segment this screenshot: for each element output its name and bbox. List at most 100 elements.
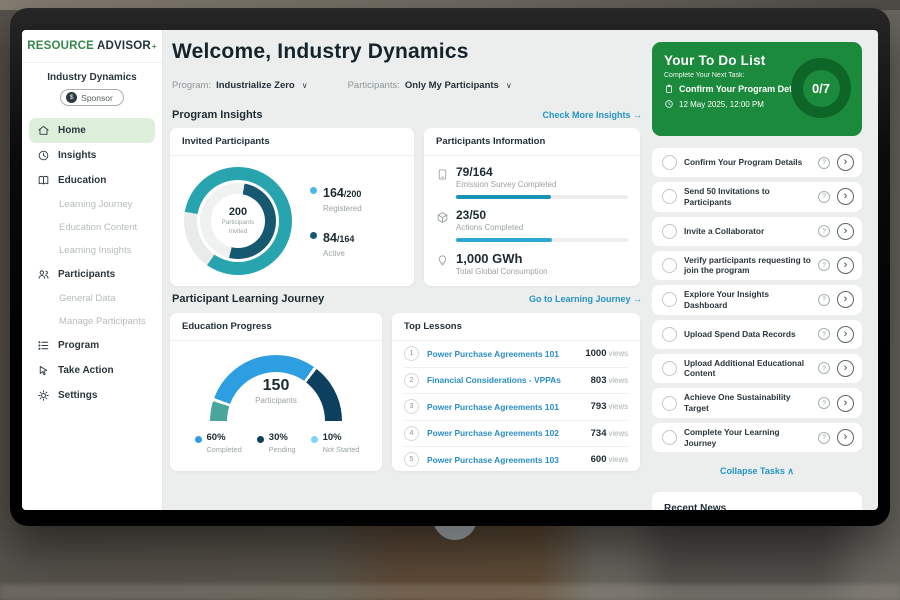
task-checkbox[interactable]: [662, 224, 677, 239]
lesson-link[interactable]: Power Purchase Agreements 102: [427, 428, 583, 438]
legend-item-completed: 60% Completed: [195, 433, 242, 454]
chevron-right-icon[interactable]: ›: [837, 429, 854, 446]
lesson-row: 5 Power Purchase Agreements 103 600views: [404, 447, 628, 473]
sidebar-item-manage-participants[interactable]: Manage Participants: [29, 310, 155, 333]
todo-task-row[interactable]: Invite a Collaborator ? ›: [652, 217, 862, 246]
chevron-right-icon[interactable]: ›: [837, 395, 854, 412]
gauge-legend: 60% Completed 30% Pending 10% Not Starte…: [193, 421, 360, 454]
organization-name: Industry Dynamics: [22, 72, 162, 83]
legend-caption: Registered: [323, 204, 362, 213]
card-title: Participants Information: [424, 128, 640, 156]
task-checkbox[interactable]: [662, 361, 677, 376]
task-checkbox[interactable]: [662, 258, 677, 273]
sidebar-item-program[interactable]: Program: [29, 333, 155, 358]
sidebar-item-label: Manage Participants: [59, 316, 146, 327]
todo-task-row[interactable]: Upload Spend Data Records ? ›: [652, 320, 862, 349]
lesson-link[interactable]: Power Purchase Agreements 101: [427, 402, 583, 412]
actions-cube-icon: [436, 211, 449, 224]
todo-datetime: 12 May 2025, 12:00 PM: [679, 100, 764, 109]
todo-task-row[interactable]: Confirm Your Program Details ? ›: [652, 148, 862, 177]
task-checkbox[interactable]: [662, 430, 677, 445]
lesson-rank: 1: [404, 346, 419, 361]
invited-participants-card: Invited Participants 200 Participants In…: [170, 128, 414, 286]
help-icon[interactable]: ?: [818, 157, 830, 169]
sidebar-item-participants[interactable]: Participants: [29, 262, 155, 287]
program-filter[interactable]: Program: Industrialize Zero ∨: [172, 80, 308, 91]
chevron-right-icon[interactable]: ›: [837, 360, 854, 377]
participants-information-body: 79/164 Emission Survey Completed 23/50 A…: [424, 156, 640, 276]
task-label: Complete Your Learning Journey: [684, 427, 811, 449]
chevron-right-icon[interactable]: ›: [837, 291, 854, 308]
settings-icon: [37, 389, 50, 402]
top-lessons-card: Top Lessons 1 Power Purchase Agreements …: [392, 313, 640, 471]
sidebar-item-learning-insights[interactable]: Learning Insights: [29, 239, 155, 262]
sidebar-item-take-action[interactable]: Take Action: [29, 358, 155, 383]
check-more-insights-link[interactable]: Check More Insights →: [542, 110, 642, 120]
dashboard-screen: RESOURCE ADVISOR + Industry Dynamics $ S…: [22, 30, 878, 510]
sidebar-item-learning-journey[interactable]: Learning Journey: [29, 193, 155, 216]
sidebar-item-label: Program: [58, 340, 99, 351]
task-checkbox[interactable]: [662, 189, 677, 204]
todo-task-row[interactable]: Upload Additional Educational Content ? …: [652, 354, 862, 384]
progress-bar-fill: [456, 238, 552, 242]
task-checkbox[interactable]: [662, 327, 677, 342]
views-count: 803: [591, 375, 607, 386]
help-icon[interactable]: ?: [818, 362, 830, 374]
task-checkbox[interactable]: [662, 396, 677, 411]
lesson-link[interactable]: Financial Considerations - VPPAs: [427, 375, 583, 385]
help-icon[interactable]: ?: [818, 328, 830, 340]
todo-task-row[interactable]: Explore Your Insights Dashboard ? ›: [652, 285, 862, 315]
legend-item-not-started: 10% Not Started: [311, 433, 360, 454]
todo-column: Your To Do List Complete Your Next Task:…: [652, 30, 862, 510]
help-icon[interactable]: ?: [818, 191, 830, 203]
legend-caption: Completed: [207, 445, 242, 454]
chevron-right-icon[interactable]: ›: [837, 188, 854, 205]
donut-center-caption: Participants Invited: [216, 219, 260, 235]
education-icon: [37, 174, 50, 187]
help-icon[interactable]: ?: [818, 432, 830, 444]
todo-task-row[interactable]: Achieve One Sustainability Target ? ›: [652, 388, 862, 418]
info-caption: Actions Completed: [456, 223, 628, 232]
go-to-learning-journey-link[interactable]: Go to Learning Journey →: [529, 294, 642, 304]
todo-task-row[interactable]: Verify participants requesting to join t…: [652, 251, 862, 281]
legend-total: /200: [344, 189, 362, 199]
lesson-link[interactable]: Power Purchase Agreements 101: [427, 349, 577, 359]
legend-caption: Active: [323, 249, 354, 258]
sidebar-item-insights[interactable]: Insights: [29, 143, 155, 168]
task-checkbox[interactable]: [662, 155, 677, 170]
collapse-tasks-link[interactable]: Collapse Tasks ∧: [652, 466, 862, 477]
lesson-row: 1 Power Purchase Agreements 101 1000view…: [404, 341, 628, 368]
sidebar-item-settings[interactable]: Settings: [29, 383, 155, 408]
chevron-right-icon[interactable]: ›: [837, 326, 854, 343]
chevron-right-icon[interactable]: ›: [837, 257, 854, 274]
sidebar-item-education-content[interactable]: Education Content: [29, 216, 155, 239]
todo-task-row[interactable]: Send 50 Invitations to Participants ? ›: [652, 182, 862, 212]
logo-secondary: ADVISOR: [97, 40, 151, 52]
help-icon[interactable]: ?: [818, 259, 830, 271]
sidebar: RESOURCE ADVISOR + Industry Dynamics $ S…: [22, 30, 163, 510]
sidebar-item-label: Settings: [58, 390, 97, 401]
legend-dot: [310, 232, 317, 239]
sidebar-item-general-data[interactable]: General Data: [29, 287, 155, 310]
legend-item-registered: 164/200 Registered: [310, 184, 362, 213]
help-icon[interactable]: ?: [818, 225, 830, 237]
legend-item-pending: 30% Pending: [257, 433, 296, 454]
legend-dot: [311, 436, 318, 443]
legend-value: 10%: [323, 433, 360, 443]
gauge-chart: 150 Participants: [210, 355, 342, 421]
todo-summary-card: Your To Do List Complete Your Next Task:…: [652, 42, 862, 136]
participants-filter-label: Participants:: [348, 80, 400, 91]
chevron-right-icon[interactable]: ›: [837, 223, 854, 240]
lesson-link[interactable]: Power Purchase Agreements 103: [427, 455, 583, 465]
todo-task-row[interactable]: Complete Your Learning Journey ? ›: [652, 423, 862, 453]
sidebar-item-education[interactable]: Education: [29, 168, 155, 193]
recent-news-title: Recent News: [652, 492, 862, 510]
take-action-icon: [37, 364, 50, 377]
chevron-right-icon[interactable]: ›: [837, 154, 854, 171]
help-icon[interactable]: ?: [818, 397, 830, 409]
sidebar-item-home[interactable]: Home: [29, 118, 155, 143]
task-checkbox[interactable]: [662, 292, 677, 307]
gauge-center-value: 150: [210, 377, 342, 395]
help-icon[interactable]: ?: [818, 294, 830, 306]
participants-filter[interactable]: Participants: Only My Participants ∨: [348, 80, 512, 91]
